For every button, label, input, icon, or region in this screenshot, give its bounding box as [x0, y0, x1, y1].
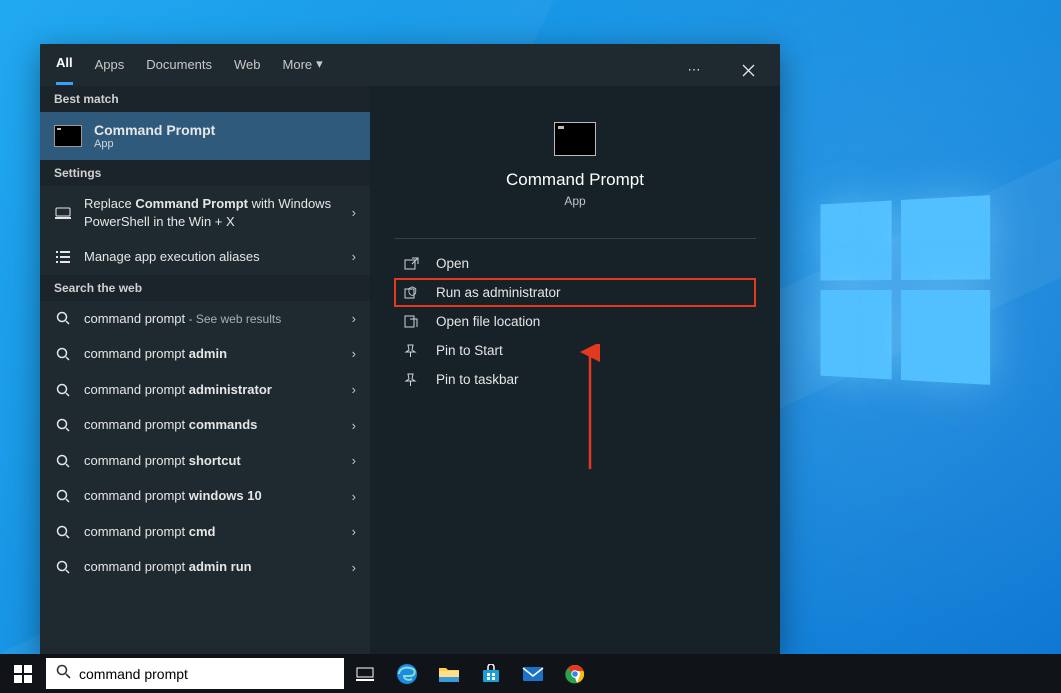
search-icon — [54, 525, 72, 539]
chevron-right-icon: › — [352, 249, 356, 264]
detail-subtitle: App — [564, 194, 585, 208]
search-icon — [54, 560, 72, 574]
taskbar-app-mail[interactable] — [512, 654, 554, 693]
shield-icon — [404, 286, 422, 300]
tab-web[interactable]: Web — [234, 57, 261, 84]
tab-all[interactable]: All — [56, 55, 73, 85]
action-open-file-location[interactable]: Open file location — [394, 307, 756, 336]
best-match-title: Command Prompt — [94, 122, 215, 138]
open-icon — [404, 257, 422, 270]
taskbar-app-edge[interactable] — [386, 654, 428, 693]
chevron-down-icon: ▾ — [316, 56, 323, 72]
web-result-item[interactable]: command prompt admin run › — [40, 549, 370, 585]
search-icon — [56, 664, 71, 684]
search-icon — [54, 383, 72, 397]
task-view-button[interactable] — [344, 654, 386, 693]
search-icon — [54, 489, 72, 503]
section-best-match: Best match — [40, 86, 370, 112]
close-button[interactable] — [732, 54, 764, 86]
web-result-item[interactable]: command prompt windows 10 › — [40, 478, 370, 514]
taskbar — [0, 654, 1061, 693]
settings-item-aliases[interactable]: Manage app execution aliases › — [40, 239, 370, 275]
action-run-as-administrator[interactable]: Run as administrator — [394, 278, 756, 307]
store-icon — [481, 664, 501, 684]
taskbar-app-chrome[interactable] — [554, 654, 596, 693]
web-result-item[interactable]: command prompt commands › — [40, 407, 370, 443]
chevron-right-icon: › — [352, 489, 356, 504]
best-match-subtitle: App — [94, 138, 215, 150]
start-search-panel: All Apps Documents Web More ▾ ⋯ Best mat… — [40, 44, 780, 654]
folder-icon — [438, 665, 460, 683]
tab-apps[interactable]: Apps — [95, 57, 125, 84]
mail-icon — [522, 665, 544, 683]
chevron-right-icon: › — [352, 382, 356, 397]
action-label: Pin to taskbar — [436, 372, 519, 387]
web-result-item[interactable]: command prompt administrator › — [40, 372, 370, 408]
best-match-item[interactable]: Command Prompt App — [40, 112, 370, 160]
taskbar-app-store[interactable] — [470, 654, 512, 693]
start-button[interactable] — [0, 654, 46, 693]
result-detail-pane: Command Prompt App Open Run as administr… — [370, 86, 780, 654]
web-result-item[interactable]: command prompt cmd › — [40, 514, 370, 550]
action-label: Open file location — [436, 314, 540, 329]
settings-item-label: Manage app execution aliases — [84, 248, 340, 266]
search-icon — [54, 418, 72, 432]
folder-icon — [404, 315, 422, 328]
pin-icon — [404, 373, 422, 387]
list-icon — [54, 251, 72, 263]
chevron-right-icon: › — [352, 560, 356, 575]
search-results-list: Best match Command Prompt App Settings R… — [40, 86, 370, 654]
section-settings: Settings — [40, 160, 370, 186]
settings-item-replace-cmd[interactable]: Replace Command Prompt with Windows Powe… — [40, 186, 370, 239]
tab-documents[interactable]: Documents — [146, 57, 212, 84]
search-icon — [54, 454, 72, 468]
action-open[interactable]: Open — [394, 249, 756, 278]
action-label: Pin to Start — [436, 343, 503, 358]
action-pin-to-taskbar[interactable]: Pin to taskbar — [394, 365, 756, 394]
settings-item-label: Replace Command Prompt with Windows Powe… — [84, 195, 340, 230]
web-result-item[interactable]: command prompt - See web results › — [40, 301, 370, 337]
more-options-button[interactable]: ⋯ — [678, 54, 710, 86]
action-label: Run as administrator — [436, 285, 561, 300]
taskbar-search-box[interactable] — [46, 658, 344, 689]
chevron-right-icon: › — [352, 524, 356, 539]
chevron-right-icon: › — [352, 346, 356, 361]
detail-title: Command Prompt — [506, 170, 644, 190]
pin-icon — [404, 344, 422, 358]
command-prompt-icon — [554, 122, 596, 156]
search-icon — [54, 311, 72, 325]
tab-more[interactable]: More ▾ — [283, 56, 323, 84]
windows-icon — [14, 665, 32, 683]
action-pin-to-start[interactable]: Pin to Start — [394, 336, 756, 365]
close-icon — [742, 64, 755, 77]
divider — [394, 238, 756, 239]
laptop-icon — [54, 207, 72, 219]
taskbar-search-input[interactable] — [79, 666, 334, 682]
chevron-right-icon: › — [352, 418, 356, 433]
chevron-right-icon: › — [352, 453, 356, 468]
section-search-web: Search the web — [40, 275, 370, 301]
taskbar-app-file-explorer[interactable] — [428, 654, 470, 693]
chrome-icon — [565, 664, 585, 684]
chevron-right-icon: › — [352, 311, 356, 326]
task-view-icon — [356, 667, 374, 681]
search-tabs-bar: All Apps Documents Web More ▾ ⋯ — [40, 44, 780, 86]
web-result-item[interactable]: command prompt admin › — [40, 336, 370, 372]
web-result-item[interactable]: command prompt shortcut › — [40, 443, 370, 479]
chevron-right-icon: › — [352, 205, 356, 220]
action-label: Open — [436, 256, 469, 271]
windows-logo-wallpaper — [821, 195, 991, 385]
command-prompt-icon — [54, 125, 82, 147]
edge-icon — [396, 663, 418, 685]
search-icon — [54, 347, 72, 361]
